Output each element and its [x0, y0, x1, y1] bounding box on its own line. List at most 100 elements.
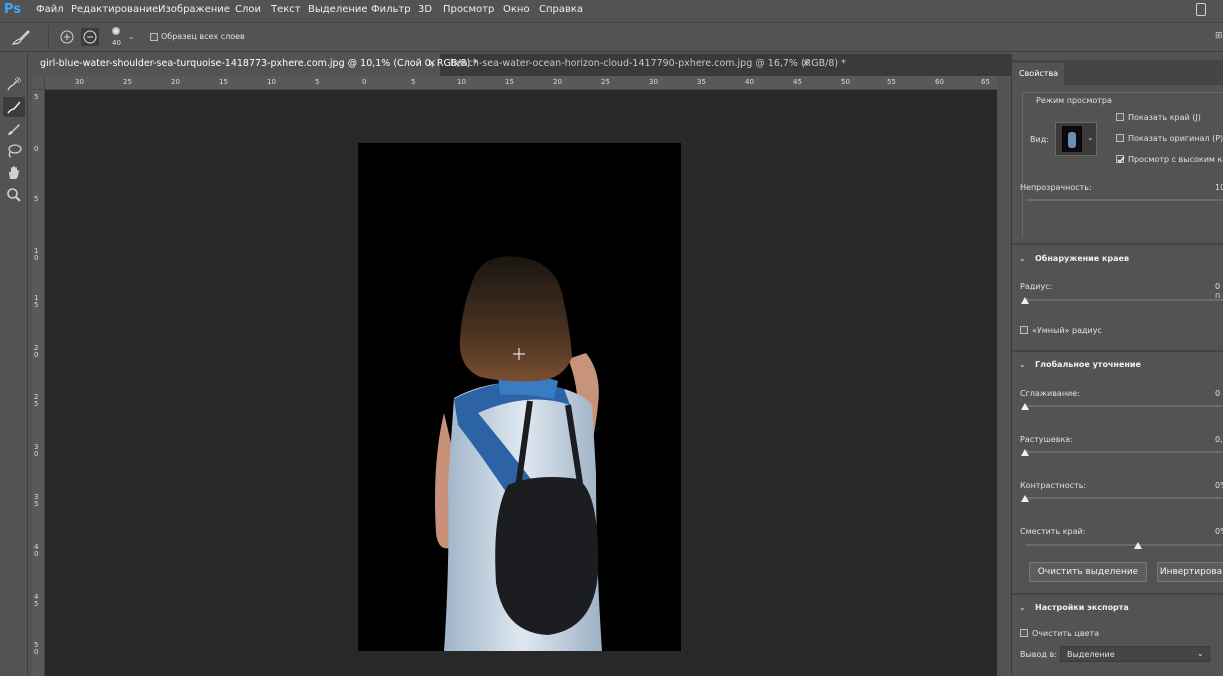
edge-detection-header[interactable]: Обнаружение краев: [1035, 254, 1129, 263]
contrast-slider[interactable]: [1026, 497, 1223, 499]
tab-girl-document[interactable]: girl-blue-water-shoulder-sea-turquoise-1…: [32, 54, 478, 76]
tab-close-icon[interactable]: ×: [802, 58, 810, 69]
menu-3d[interactable]: 3D: [418, 4, 432, 15]
ruler-tick: 55: [887, 78, 896, 86]
chevron-down-icon[interactable]: ⌄: [1019, 603, 1026, 612]
toolbar: [0, 54, 28, 676]
add-to-selection-icon[interactable]: [60, 30, 74, 44]
refine-edge-brush-tool-icon[interactable]: [6, 99, 22, 115]
tab-close-icon[interactable]: ×: [428, 58, 436, 69]
shift-edge-value[interactable]: 0%: [1215, 527, 1223, 536]
separator: [48, 26, 49, 50]
ruler-tick: 0: [34, 145, 39, 153]
ruler-tick: 1 0: [34, 247, 39, 262]
document-canvas[interactable]: [358, 143, 681, 651]
menu-select[interactable]: Выделение: [308, 4, 368, 15]
brush-preview-icon[interactable]: [112, 27, 120, 35]
tab-properties[interactable]: Свойства: [1019, 69, 1058, 78]
opacity-value[interactable]: 10: [1215, 183, 1223, 192]
menu-edit[interactable]: Редактирование: [71, 4, 158, 15]
panel-header: Свойства: [1012, 60, 1223, 85]
vertical-ruler: 5 0 5 1 0 1 5 2 0 2 5 3 0 3 5 4 0 4 5 5 …: [32, 90, 45, 676]
invert-button[interactable]: Инвертирова: [1157, 562, 1223, 582]
ruler-tick: 5: [315, 78, 320, 86]
feather-value[interactable]: 0,0: [1215, 435, 1223, 444]
view-thumbnail: [1062, 126, 1082, 152]
contrast-label: Контрастность:: [1020, 481, 1087, 490]
smart-radius-checkbox[interactable]: [1020, 326, 1028, 334]
feather-slider-knob[interactable]: [1021, 449, 1029, 456]
ruler-tick: 20: [553, 78, 562, 86]
view-label: Вид:: [1030, 135, 1049, 144]
menu-filter[interactable]: Фильтр: [371, 4, 411, 15]
chevron-down-icon: ⌄: [1197, 649, 1204, 658]
output-to-select[interactable]: Выделение ⌄: [1060, 646, 1210, 662]
tab-beach-document[interactable]: beach-sea-water-ocean-horizon-cloud-1417…: [442, 54, 846, 76]
clear-selection-button[interactable]: Очистить выделение: [1029, 562, 1147, 582]
ruler-tick: 30: [649, 78, 658, 86]
menu-text[interactable]: Текст: [271, 4, 301, 15]
decontaminate-colors-checkbox[interactable]: [1020, 629, 1028, 637]
radius-value[interactable]: 0 п: [1215, 282, 1223, 300]
panel-toggle-icon[interactable]: ⊞: [1215, 31, 1223, 41]
smooth-slider[interactable]: [1026, 405, 1223, 407]
ruler-tick: 2 5: [34, 393, 39, 408]
menu-image[interactable]: Изображение: [158, 4, 230, 15]
section-divider: [1012, 243, 1223, 245]
ruler-tick: 4 5: [34, 593, 39, 608]
section-divider: [1012, 350, 1223, 352]
global-refine-header[interactable]: Глобальное уточнение: [1035, 360, 1141, 369]
lasso-tool-icon[interactable]: [6, 143, 22, 159]
quick-selection-icon[interactable]: [6, 76, 22, 92]
menu-layers[interactable]: Слои: [235, 4, 261, 15]
view-mode-picker[interactable]: ⌄: [1055, 122, 1097, 156]
brush-tool-icon[interactable]: [6, 121, 22, 137]
export-settings-header[interactable]: Настройки экспорта: [1035, 603, 1129, 612]
chevron-down-icon[interactable]: ⌄: [1087, 133, 1094, 142]
ruler-tick: 15: [505, 78, 514, 86]
menu-view[interactable]: Просмотр: [443, 4, 494, 15]
show-original-checkbox[interactable]: [1116, 134, 1124, 142]
ruler-tick: 0: [362, 78, 367, 86]
shift-edge-slider[interactable]: [1026, 544, 1223, 546]
opacity-slider[interactable]: [1026, 199, 1223, 201]
chevron-down-icon[interactable]: ⌄: [1019, 360, 1026, 369]
chevron-down-icon[interactable]: ⌄: [1019, 254, 1026, 263]
ruler-tick: 5 0: [34, 641, 39, 656]
contrast-slider-knob[interactable]: [1021, 495, 1029, 502]
opacity-label: Непрозрачность:: [1020, 183, 1092, 192]
properties-panel: Свойства Режим просмотра Вид: ⌄ Показать…: [1011, 60, 1223, 676]
smooth-value[interactable]: 0: [1215, 389, 1220, 398]
radius-label: Радиус:: [1020, 282, 1053, 291]
ruler-tick: 50: [841, 78, 850, 86]
contrast-value[interactable]: 0%: [1215, 481, 1223, 490]
subject-image: [435, 256, 602, 651]
radius-slider[interactable]: [1026, 299, 1223, 301]
feather-slider[interactable]: [1026, 451, 1223, 453]
high-quality-checkbox[interactable]: [1116, 155, 1125, 164]
show-edge-checkbox[interactable]: [1116, 113, 1124, 121]
ruler-tick: 4 0: [34, 543, 39, 558]
sample-all-layers-checkbox[interactable]: [150, 33, 158, 41]
menu-window[interactable]: Окно: [503, 4, 530, 15]
ruler-origin: [32, 76, 45, 90]
ruler-tick: 45: [793, 78, 802, 86]
menu-help[interactable]: Справка: [539, 4, 583, 15]
ruler-tick: 30: [75, 78, 84, 86]
brush-dropdown-icon[interactable]: ⌄: [128, 32, 135, 41]
hand-tool-icon[interactable]: [6, 165, 22, 181]
smooth-slider-knob[interactable]: [1021, 403, 1029, 410]
refine-edge-brush-icon[interactable]: [10, 28, 32, 48]
show-original-label: Показать оригинал (P): [1128, 134, 1223, 143]
menu-file[interactable]: Файл: [36, 4, 64, 15]
shift-edge-slider-knob[interactable]: [1134, 542, 1142, 549]
tab-label: beach-sea-water-ocean-horizon-cloud-1417…: [450, 58, 846, 69]
options-bar: 40 ⌄ Образец всех слоев ⊞: [0, 22, 1223, 52]
zoom-tool-icon[interactable]: [6, 187, 22, 203]
subtract-from-selection-icon[interactable]: [83, 30, 97, 44]
output-to-label: Вывод в:: [1020, 650, 1057, 659]
window-restore-icon[interactable]: [1196, 3, 1206, 16]
ruler-tick: 15: [219, 78, 228, 86]
menu-bar: Ps Файл Редактирование Изображение Слои …: [0, 0, 1223, 22]
radius-slider-knob[interactable]: [1021, 297, 1029, 304]
